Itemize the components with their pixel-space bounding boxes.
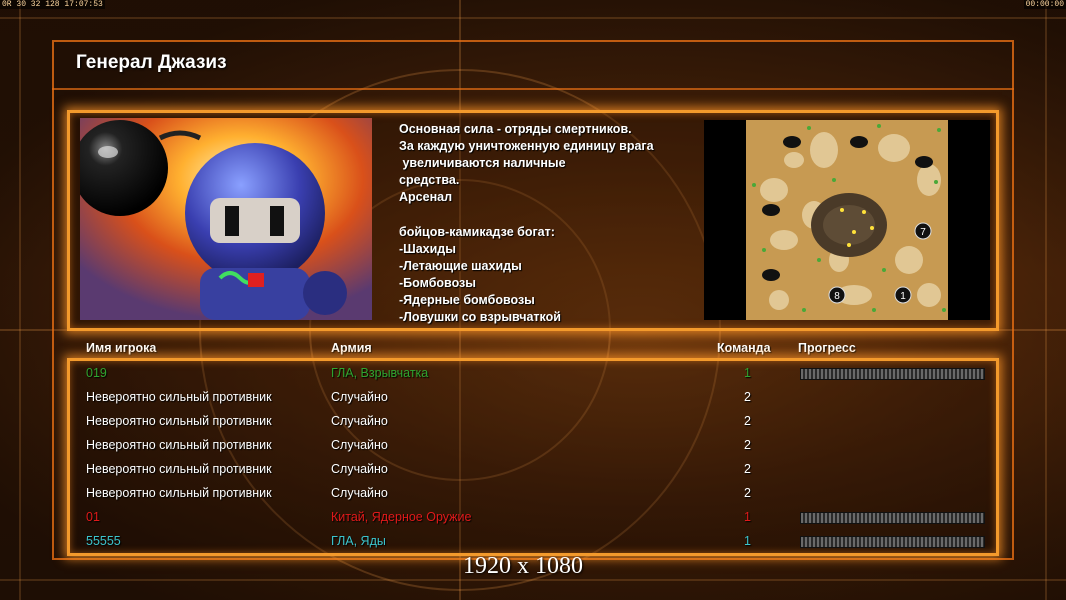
column-header-name: Имя игрока [86, 341, 157, 355]
player-team: 1 [744, 534, 751, 548]
minimap-marker-8: 8 [834, 291, 840, 302]
player-army: Случайно [331, 438, 388, 452]
resolution-label: 1920 x 1080 [463, 553, 583, 579]
player-team: 2 [744, 462, 751, 476]
player-team: 2 [744, 390, 751, 404]
minimap-marker-7: 7 [920, 227, 926, 238]
player-name: Невероятно сильный противник [86, 438, 272, 452]
player-army: ГЛА, Яды [331, 534, 386, 548]
player-name: Невероятно сильный противник [86, 390, 272, 404]
player-army: Случайно [331, 390, 388, 404]
player-army: Случайно [331, 462, 388, 476]
player-progress-bar [800, 512, 985, 524]
column-header-team: Команда [717, 341, 771, 355]
player-team: 2 [744, 414, 751, 428]
player-name: Невероятно сильный противник [86, 414, 272, 428]
hud-clock-left: 0R 30 32 128 17:07:53 [0, 0, 105, 9]
title-divider [52, 88, 1014, 90]
player-progress-bar [800, 536, 985, 548]
general-portrait [80, 118, 372, 320]
players-table [67, 358, 999, 556]
player-team: 2 [744, 438, 751, 452]
player-team: 1 [744, 366, 751, 380]
column-header-army: Армия [331, 341, 372, 355]
player-army: Китай, Ядерное Оружие [331, 510, 472, 524]
player-team: 2 [744, 486, 751, 500]
player-name: Невероятно сильный противник [86, 486, 272, 500]
player-name: 019 [86, 366, 107, 380]
player-name: 01 [86, 510, 100, 524]
player-army: Случайно [331, 486, 388, 500]
column-header-progress: Прогресс [798, 341, 856, 355]
player-team: 1 [744, 510, 751, 524]
player-name: 55555 [86, 534, 121, 548]
player-name: Невероятно сильный противник [86, 462, 272, 476]
player-army: Случайно [331, 414, 388, 428]
minimap-marker-1: 1 [900, 291, 906, 302]
general-description: Основная сила - отряды смертников. За ка… [399, 122, 654, 325]
map-preview[interactable]: 7 8 1 [704, 120, 990, 320]
page-title: Генерал Джазиз [76, 52, 227, 73]
hud-clock-right: 00:00:00 [1023, 0, 1066, 9]
player-army: ГЛА, Взрывчатка [331, 366, 429, 380]
player-progress-bar [800, 368, 985, 380]
